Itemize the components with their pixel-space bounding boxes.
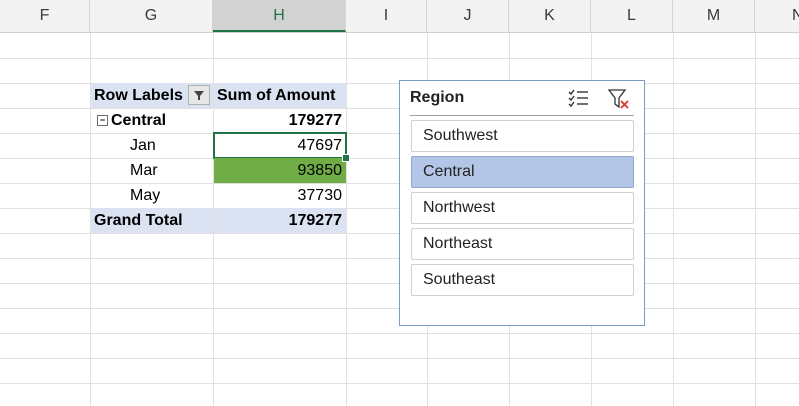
column-header-j[interactable]: J bbox=[427, 0, 509, 32]
pivot-row-label[interactable]: Jan bbox=[91, 133, 213, 158]
pivot-group-row[interactable]: − Central bbox=[91, 108, 213, 133]
row-labels-filter-button[interactable] bbox=[188, 85, 210, 105]
column-header-k[interactable]: K bbox=[509, 0, 591, 32]
column-header-i[interactable]: I bbox=[346, 0, 427, 32]
slicer-item-northwest[interactable]: Northwest bbox=[411, 192, 634, 224]
pivot-header-sum-of-amount[interactable]: Sum of Amount bbox=[214, 83, 346, 108]
column-header-n[interactable]: N bbox=[755, 0, 799, 32]
pivot-header-row-labels[interactable]: Row Labels bbox=[91, 83, 213, 108]
slicer-item-southeast[interactable]: Southeast bbox=[411, 264, 634, 296]
slicer-item-southwest[interactable]: Southwest bbox=[411, 120, 634, 152]
column-header-h[interactable]: H bbox=[213, 0, 346, 32]
column-header-bar: F G H I J K L M N bbox=[0, 0, 799, 33]
slicer-separator bbox=[410, 115, 634, 116]
column-header-f[interactable]: F bbox=[0, 0, 90, 32]
fill-handle[interactable] bbox=[342, 154, 350, 162]
pivot-row-value-highlighted[interactable]: 93850 bbox=[214, 158, 346, 183]
pivot-row-label[interactable]: Mar bbox=[91, 158, 213, 183]
slicer-title: Region bbox=[410, 89, 465, 106]
column-header-g[interactable]: G bbox=[90, 0, 213, 32]
grand-total-label[interactable]: Grand Total bbox=[91, 208, 213, 233]
pivot-row-value-selected[interactable]: 47697 bbox=[213, 132, 347, 159]
column-header-m[interactable]: M bbox=[673, 0, 755, 32]
row-labels-text: Row Labels bbox=[94, 87, 183, 104]
group-label: Central bbox=[111, 112, 167, 129]
slicer-item-central[interactable]: Central bbox=[411, 156, 634, 188]
region-slicer[interactable]: Region Southwest Central Northwest North… bbox=[399, 80, 645, 326]
column-header-l[interactable]: L bbox=[591, 0, 673, 32]
grand-total-value[interactable]: 179277 bbox=[214, 208, 346, 233]
slicer-item-northeast[interactable]: Northeast bbox=[411, 228, 634, 260]
clear-filter-icon[interactable] bbox=[606, 87, 632, 111]
pivot-row-label[interactable]: May bbox=[91, 183, 213, 208]
group-total-cell[interactable]: 179277 bbox=[214, 108, 346, 133]
pivot-row-value[interactable]: 37730 bbox=[214, 183, 346, 208]
multi-select-icon[interactable] bbox=[566, 87, 592, 111]
collapse-icon[interactable]: − bbox=[97, 115, 108, 127]
filter-applied-icon bbox=[194, 91, 204, 100]
